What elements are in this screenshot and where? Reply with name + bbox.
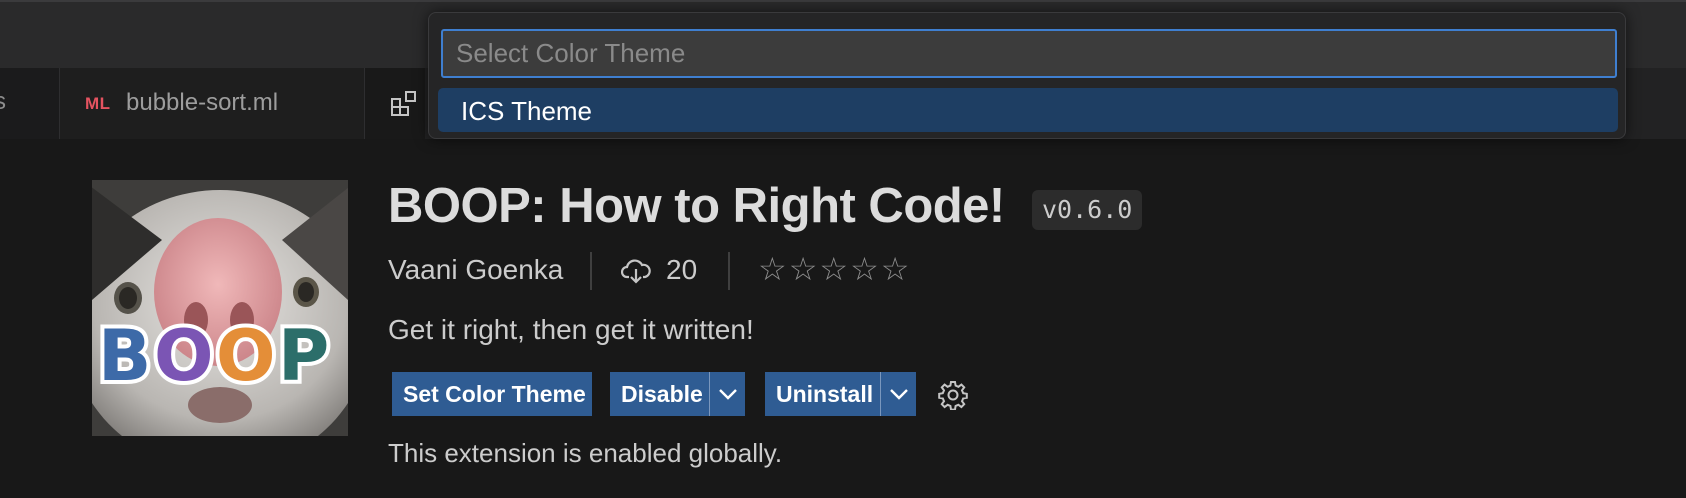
tab-partial-label: s: [0, 88, 6, 115]
uninstall-label: Uninstall: [776, 381, 874, 407]
extensions-icon: [391, 91, 416, 116]
tab-partial[interactable]: s: [0, 68, 60, 139]
chevron-down-icon: [719, 389, 737, 400]
version-badge: v0.6.0: [1032, 190, 1143, 230]
disable-button[interactable]: Disable: [610, 372, 745, 416]
quick-pick-item-label: ICS Theme: [461, 96, 593, 126]
download-cloud-icon: [621, 259, 651, 284]
enablement-status: This extension is enabled globally.: [388, 438, 783, 468]
tab-bubble-sort[interactable]: ML bubble-sort.ml: [60, 68, 365, 139]
rating-stars[interactable]: ☆☆☆☆☆: [758, 250, 911, 288]
divider: [728, 252, 730, 290]
cat-banner-icon: B O O P: [92, 180, 348, 436]
set-color-theme-label: Set Color Theme: [403, 381, 586, 407]
quick-pick-item[interactable]: ICS Theme: [438, 88, 1618, 132]
svg-text:O: O: [154, 315, 214, 397]
disable-label: Disable: [621, 381, 703, 407]
uninstall-button[interactable]: Uninstall: [765, 372, 916, 416]
extension-title: BOOP: How to Right Code!: [388, 179, 1005, 233]
uninstall-dropdown[interactable]: [880, 372, 916, 416]
extension-description: Get it right, then get it written!: [388, 314, 754, 345]
svg-text:P: P: [278, 315, 329, 397]
ml-file-icon: ML: [85, 94, 111, 113]
publisher-name[interactable]: Vaani Goenka: [388, 254, 563, 286]
chevron-down-icon: [890, 389, 908, 400]
gear-icon[interactable]: [938, 380, 968, 410]
svg-text:O: O: [216, 315, 276, 397]
download-count: 20: [666, 254, 698, 285]
svg-text:B: B: [98, 315, 151, 397]
quick-pick: ICS Theme: [428, 12, 1626, 139]
set-color-theme-button[interactable]: Set Color Theme: [392, 372, 592, 416]
disable-dropdown[interactable]: [709, 372, 745, 416]
color-theme-search-input[interactable]: [441, 29, 1617, 78]
tab-label: bubble-sort.ml: [126, 89, 279, 116]
extension-banner: B O O P: [92, 180, 348, 436]
divider: [590, 252, 592, 290]
